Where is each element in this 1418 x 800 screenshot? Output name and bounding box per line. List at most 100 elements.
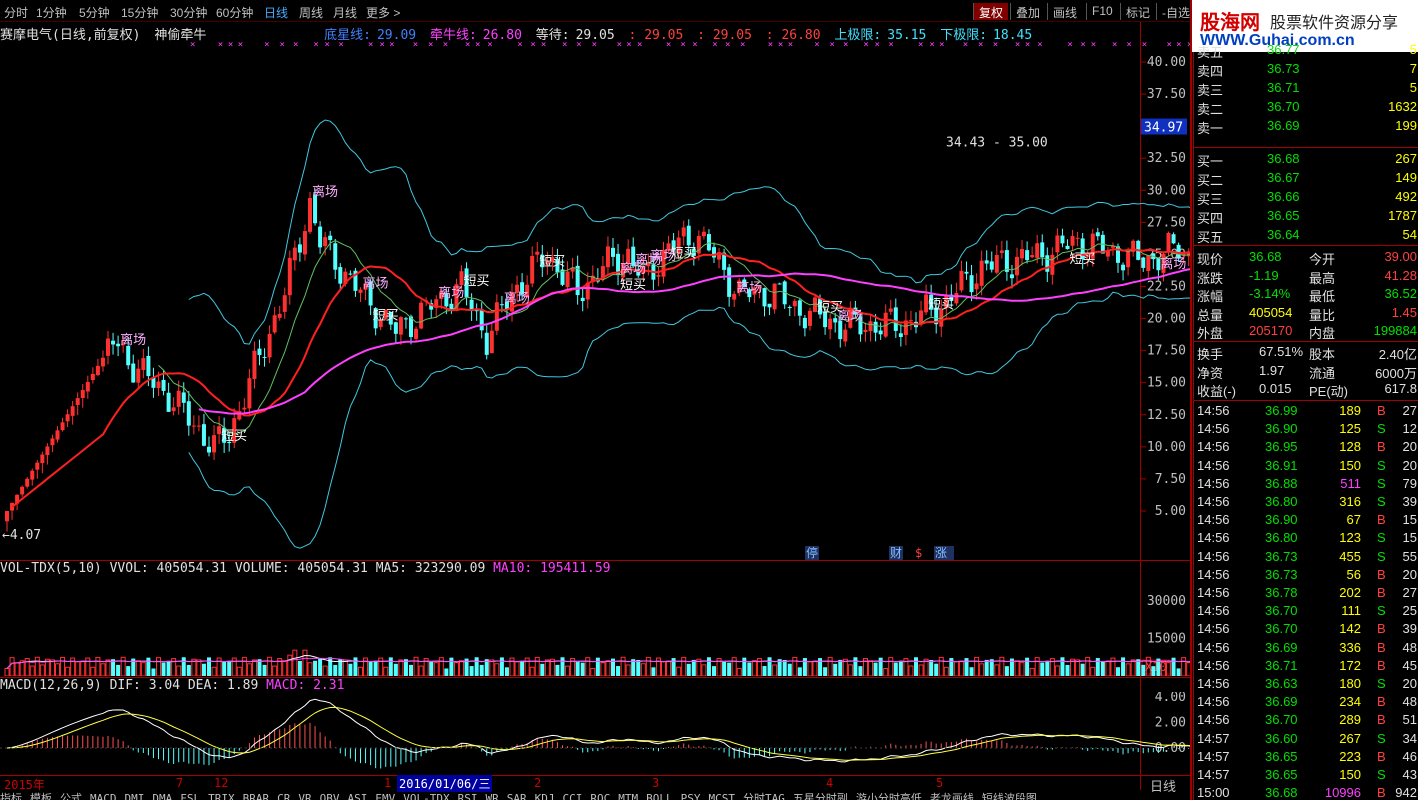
vol-bar <box>1004 666 1009 676</box>
indicator-tab[interactable]: 模板 <box>30 792 52 800</box>
indicator-tab[interactable]: OBV <box>320 792 340 800</box>
indicator-tab[interactable]: FSL <box>180 792 200 800</box>
candle-body <box>297 244 302 253</box>
macd-name: MACD(12,26,9) <box>0 678 102 693</box>
tool-button-4[interactable]: 标记 <box>1120 3 1155 20</box>
upper-limit-value: 35.15 <box>887 28 927 43</box>
signal-exit-label: 离场 <box>438 285 464 301</box>
indicator-tab[interactable]: KDJ <box>535 792 555 800</box>
tick-side: B <box>1377 694 1386 710</box>
price-tick-label: 20.00 <box>1147 312 1186 327</box>
vol-bar <box>246 663 252 676</box>
indicator-tab[interactable]: 老龙画线 <box>930 792 974 800</box>
vol-bar <box>222 661 227 676</box>
quote-separator <box>1194 341 1418 342</box>
vol-bar <box>393 663 398 676</box>
price-tick-label: 12.50 <box>1147 408 1186 423</box>
indicator-tab[interactable]: WR <box>485 792 498 800</box>
period-tab-3[interactable]: 15分钟 <box>121 4 158 21</box>
macd-chart[interactable]: 4.00 2.00 0.00 <box>0 692 1190 775</box>
candle-body <box>1055 235 1060 253</box>
indicator-tab[interactable]: DMI <box>125 792 145 800</box>
fund-value: 0.015 <box>1259 381 1292 396</box>
signal-mark: × <box>428 42 433 50</box>
indicator-tab[interactable]: CCI <box>562 792 582 800</box>
vol-bar <box>575 660 580 676</box>
indicator-tab[interactable]: ROC <box>590 792 610 800</box>
period-tab-9[interactable]: 更多 > <box>366 4 400 21</box>
candle-body <box>807 310 812 326</box>
bid-volume: 267 <box>1395 151 1417 166</box>
tool-button-2[interactable]: 画线 <box>1047 3 1082 20</box>
candle-body <box>1015 256 1019 276</box>
candle-body <box>1075 237 1080 239</box>
period-tab-7[interactable]: 周线 <box>299 4 323 21</box>
period-tab-4[interactable]: 30分钟 <box>170 4 207 21</box>
signal-mark: × <box>888 42 893 50</box>
indicator-tab[interactable]: DMA <box>152 792 172 800</box>
tool-button-1[interactable]: 叠加 <box>1010 3 1045 20</box>
fund-value: 1.97 <box>1259 362 1285 378</box>
indicator-tab[interactable]: PSY <box>681 792 701 800</box>
tool-button-3[interactable]: F10 <box>1086 3 1118 20</box>
candle-body <box>262 356 267 358</box>
indicator-tab[interactable]: VR <box>298 792 311 800</box>
indicator-tab[interactable]: VOL-TDX <box>403 792 449 800</box>
candle-body <box>873 321 878 333</box>
wait-value: 29.05 <box>575 28 615 43</box>
price-chart[interactable]: 40.0037.5035.0032.5030.0027.5025.0022.50… <box>0 42 1190 560</box>
tick-volume: 128 <box>1339 439 1361 455</box>
period-tab-5[interactable]: 60分钟 <box>216 4 253 21</box>
tick-count: 20 <box>1402 439 1417 455</box>
tool-button-0[interactable]: 复权 <box>973 3 1009 20</box>
indicator-tab[interactable]: 指标 <box>0 792 22 800</box>
indicator-tab[interactable]: 短线波段图 <box>982 792 1037 800</box>
quote-row: 14:56 36.90 125 S 12 <box>1197 421 1417 439</box>
signal-mark: × <box>680 42 685 50</box>
quote-row: 总量 405054 量比 1.45 <box>1197 305 1417 323</box>
indicator-tab[interactable]: BOLL <box>646 792 673 800</box>
candle-body <box>1095 232 1100 237</box>
indicator-tab[interactable]: TRIX <box>208 792 235 800</box>
period-tab-0[interactable]: 分时 <box>4 4 28 21</box>
vol-bar <box>201 663 206 676</box>
indicator-tab[interactable]: 分时TAG <box>743 792 785 800</box>
vol-ma10-line <box>6 657 1190 669</box>
volume-chart[interactable]: 30000 15000 X10 <box>0 576 1190 676</box>
fund-value: 67.51% <box>1259 344 1304 359</box>
indicator-tab[interactable]: SAR <box>507 792 527 800</box>
signal-mark: × <box>725 42 730 50</box>
vol-bar <box>120 656 126 676</box>
tick-side: S <box>1377 530 1386 546</box>
signal-mark: × <box>279 42 284 50</box>
period-tab-8[interactable]: 月线 <box>333 4 357 21</box>
period-tab-2[interactable]: 5分钟 <box>79 4 110 21</box>
quote-row: 外盘 205170 内盘 199884 <box>1197 323 1417 341</box>
candle-body <box>100 357 105 367</box>
indicator-tab[interactable]: 游小分时高低 <box>856 792 922 800</box>
macd-dea-line <box>6 706 1190 761</box>
indicator-tab[interactable]: 公式 <box>60 792 82 800</box>
period-tab-6[interactable]: 日线 <box>264 4 288 21</box>
indicator-tab[interactable]: RSI <box>458 792 478 800</box>
quote-row: 14:56 36.88 511 S 79 <box>1197 476 1417 494</box>
extra-value-2: : 29.05 <box>697 28 752 43</box>
indicator-tab[interactable]: MACD <box>90 792 117 800</box>
indicator-tab[interactable]: MCST <box>708 792 735 800</box>
indicator-tab[interactable]: CR <box>277 792 290 800</box>
quote-row: 买四 36.65 1787 <box>1197 208 1417 226</box>
indicator-tab[interactable]: ASI <box>348 792 368 800</box>
quote-row: 买三 36.66 492 <box>1197 189 1417 207</box>
indicator-tab[interactable]: EMV <box>375 792 395 800</box>
period-tab-1[interactable]: 1分钟 <box>36 4 67 21</box>
vol-bar <box>353 657 358 676</box>
vol-bar <box>1130 659 1136 676</box>
quote-row: 卖四 36.73 7 <box>1197 61 1417 79</box>
fund-label: 换手 <box>1197 347 1224 362</box>
vol-bar <box>161 662 166 676</box>
indicator-tab[interactable]: MTM <box>618 792 638 800</box>
quote-row: 15:00 36.68 10996 B 942 <box>1197 785 1417 800</box>
indicator-tab[interactable]: BRAR <box>243 792 270 800</box>
signal-mark: × <box>325 42 330 50</box>
indicator-tab[interactable]: 五星分时副 <box>793 792 848 800</box>
